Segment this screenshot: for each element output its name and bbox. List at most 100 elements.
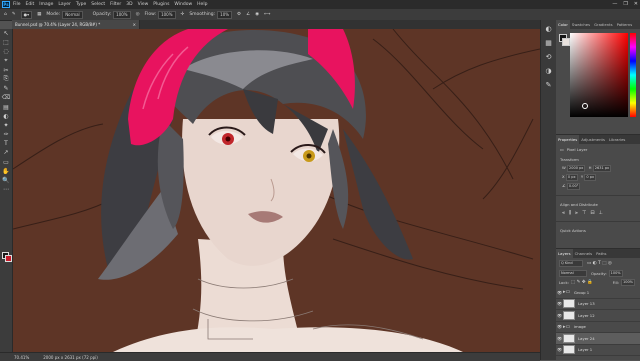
align-top-icon[interactable]: ⊤ — [582, 210, 586, 216]
status-zoom[interactable]: 70.41% — [14, 355, 29, 360]
quick-select-tool-icon[interactable]: ⌖ — [2, 57, 10, 65]
blend-mode-select[interactable]: Normal — [559, 270, 587, 277]
layer-row[interactable]: 👁 Layer 13 — [556, 299, 640, 310]
smoothing-input[interactable]: 10% — [217, 10, 233, 19]
tab-paths[interactable]: Paths — [594, 251, 608, 256]
path-select-tool-icon[interactable]: ↗ — [2, 149, 10, 156]
transform-title[interactable]: Transform — [556, 155, 640, 164]
history-panel-icon[interactable]: ⟲ — [544, 53, 553, 62]
menu-layer[interactable]: Layer — [58, 2, 71, 7]
dodge-tool-icon[interactable]: ◐ — [2, 113, 10, 120]
document-canvas[interactable] — [13, 29, 540, 352]
brush-tool-icon[interactable]: ✎ — [2, 85, 10, 92]
visibility-eye-icon[interactable]: 👁 — [556, 336, 563, 341]
tab-layers[interactable]: Layers — [556, 249, 573, 258]
brush-settings-icon[interactable]: ▦ — [37, 12, 41, 17]
visibility-eye-icon[interactable]: 👁 — [556, 301, 563, 306]
tab-swatches[interactable]: Swatches — [570, 22, 592, 27]
height-field[interactable]: 2631 px — [592, 165, 612, 172]
menu-edit[interactable]: Edit — [26, 2, 35, 7]
type-tool-icon[interactable]: T — [2, 140, 10, 147]
move-tool-icon[interactable]: ↖ — [2, 30, 10, 37]
lasso-tool-icon[interactable]: ◌ — [2, 48, 10, 55]
layer-opacity-input[interactable]: 100% — [608, 270, 623, 277]
menu-select[interactable]: Select — [91, 2, 105, 7]
align-bottom-icon[interactable]: ⊥ — [599, 210, 603, 216]
color-panel-icon[interactable]: ◐ — [544, 25, 553, 34]
pen-tool-icon[interactable]: ✑ — [2, 131, 10, 138]
close-icon[interactable]: ✕ — [634, 1, 638, 7]
menu-3d[interactable]: 3D — [126, 2, 132, 7]
more-tools-icon[interactable]: ⋯ — [2, 186, 10, 193]
menu-file[interactable]: File — [13, 2, 21, 7]
pressure-size-icon[interactable]: ◉ — [255, 12, 259, 17]
layer-row[interactable]: 👁 Layer 1 — [556, 345, 640, 356]
visibility-eye-icon[interactable]: 👁 — [556, 347, 563, 352]
marquee-tool-icon[interactable]: ⬚ — [2, 39, 10, 46]
tab-close-icon[interactable]: × — [133, 22, 136, 27]
tab-channels[interactable]: Channels — [573, 251, 595, 256]
menu-type[interactable]: Type — [76, 2, 86, 7]
symmetry-icon[interactable]: ⟷ — [264, 12, 270, 17]
angle-field[interactable]: 0.00° — [566, 183, 581, 190]
color-picker-field[interactable] — [570, 33, 628, 117]
angle-icon[interactable]: ∠ — [246, 12, 250, 17]
minimize-icon[interactable]: — — [612, 1, 617, 7]
width-field[interactable]: 2000 px — [567, 165, 586, 172]
color-picker-cursor[interactable] — [582, 103, 588, 109]
x-field[interactable]: 0 px — [565, 174, 578, 181]
pressure-opacity-icon[interactable]: ◎ — [136, 12, 140, 17]
align-left-icon[interactable]: ⫷ — [562, 210, 565, 216]
layer-row[interactable]: 👁 ▸▭ Group 1 — [556, 287, 640, 299]
align-right-icon[interactable]: ⫸ — [575, 210, 578, 216]
airbrush-icon[interactable]: ✢ — [181, 12, 185, 17]
brush-preset-picker[interactable]: ●▾ — [20, 10, 33, 19]
menu-help[interactable]: Help — [197, 2, 207, 7]
hue-slider[interactable] — [630, 33, 636, 117]
tab-adjustments[interactable]: Adjustments — [579, 137, 607, 142]
eraser-tool-icon[interactable]: ⌫ — [2, 94, 10, 101]
zoom-tool-icon[interactable]: 🔍 — [2, 177, 10, 184]
swatches-panel-icon[interactable]: ▦ — [544, 39, 553, 48]
visibility-eye-icon[interactable]: 👁 — [556, 290, 563, 295]
layer-row[interactable]: 👁 Layer 12 — [556, 310, 640, 322]
brush-tool-icon[interactable]: ✎ — [12, 12, 16, 17]
y-field[interactable]: 0 px — [584, 174, 597, 181]
brush-panel-icon[interactable]: ✎ — [544, 81, 553, 90]
visibility-eye-icon[interactable]: 👁 — [556, 313, 563, 318]
gradient-tool-icon[interactable]: ▤ — [2, 104, 10, 111]
folder-icon[interactable]: ▸▭ — [563, 289, 571, 295]
tab-gradients[interactable]: Gradients — [592, 22, 615, 27]
filter-icons[interactable]: ▭ ◐ T ⬚ ◎ — [587, 261, 612, 266]
tab-properties[interactable]: Properties — [556, 135, 580, 144]
flow-input[interactable]: 100% — [158, 10, 176, 19]
document-tab[interactable]: Bunnel.psd @ 70.4% (Layer 24, RGB/8#) * … — [12, 20, 140, 29]
background-color-chip[interactable] — [562, 38, 570, 46]
layer-fill-input[interactable]: 100% — [620, 279, 635, 286]
folder-icon[interactable]: ▸▭ — [563, 324, 571, 330]
menu-view[interactable]: View — [138, 2, 149, 7]
crop-tool-icon[interactable]: ✂ — [2, 67, 10, 74]
rectangle-tool-icon[interactable]: ▭ — [2, 159, 10, 166]
opacity-input[interactable]: 100% — [113, 10, 131, 19]
frame-tool-icon[interactable]: ⎘ — [2, 75, 10, 83]
layer-row[interactable]: 👁 ▸▭ image — [556, 322, 640, 333]
mode-select[interactable]: Normal — [62, 10, 83, 19]
menu-image[interactable]: Image — [39, 2, 53, 7]
align-center-icon[interactable]: ⫼ — [569, 210, 571, 216]
menu-plugins[interactable]: Plugins — [153, 2, 169, 7]
tab-libraries[interactable]: Libraries — [607, 137, 627, 142]
visibility-eye-icon[interactable]: 👁 — [556, 324, 563, 329]
menu-filter[interactable]: Filter — [110, 2, 121, 7]
background-color-swatch[interactable] — [5, 255, 12, 262]
align-distribute-title[interactable]: Align and Distribute — [556, 195, 640, 209]
home-icon[interactable]: ⌂ — [4, 12, 7, 17]
tab-patterns[interactable]: Patterns — [615, 22, 635, 27]
align-middle-icon[interactable]: ⊟ — [590, 210, 594, 216]
lock-icons[interactable]: ⬚ ✎ ✥ 🔒 — [571, 280, 593, 285]
layer-kind-filter[interactable]: Q Kind — [559, 260, 583, 267]
layer-row[interactable]: 👁 Layer 24 — [556, 333, 640, 345]
menu-window[interactable]: Window — [174, 2, 192, 7]
quick-actions-title[interactable]: Quick Actions — [556, 221, 640, 235]
hand-tool-icon[interactable]: ✋ — [2, 168, 10, 175]
